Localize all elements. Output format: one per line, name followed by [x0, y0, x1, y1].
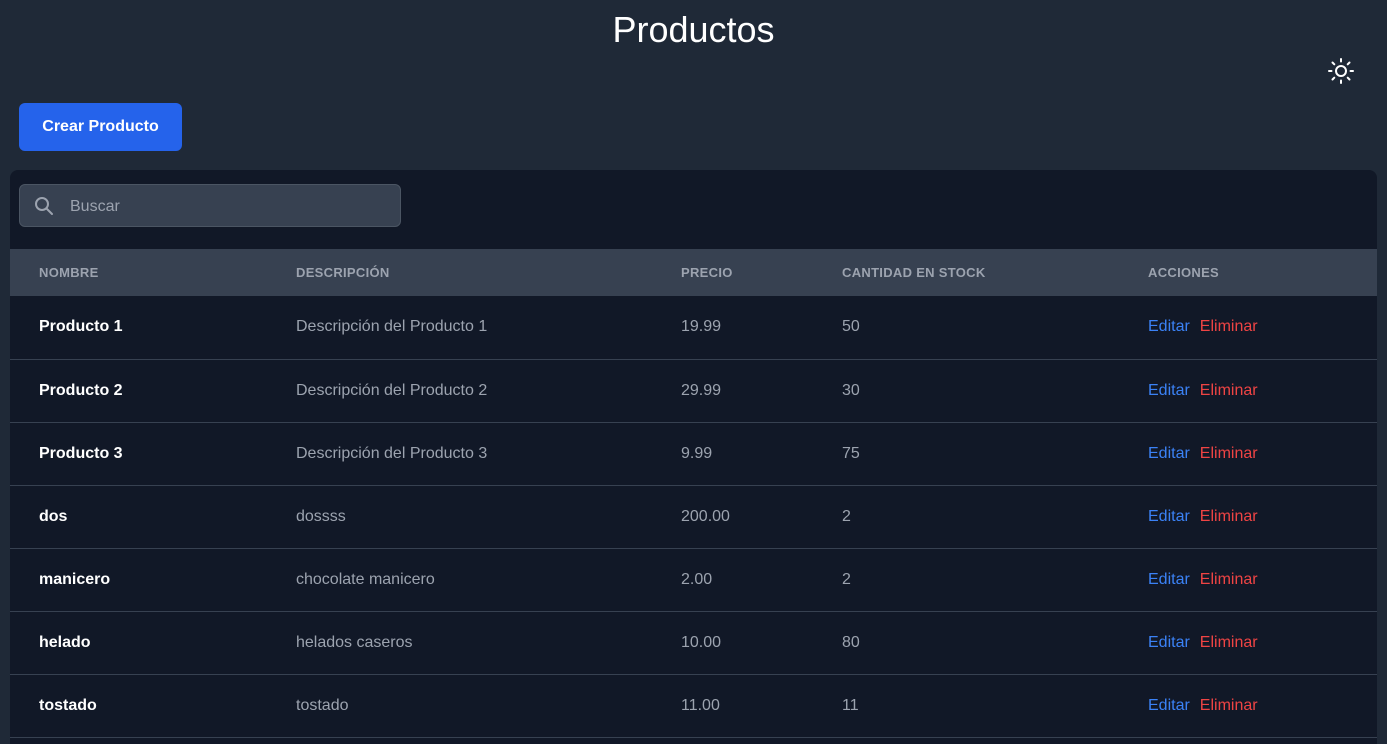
- edit-link[interactable]: Editar: [1148, 571, 1190, 588]
- cell-name: dos: [39, 507, 68, 525]
- table-row: Producto 1 Descripción del Producto 1 19.9…: [10, 296, 1377, 359]
- edit-link[interactable]: Editar: [1148, 382, 1190, 399]
- cell-description: Descripción del Producto 3: [296, 444, 488, 462]
- cell-price: 10.00: [681, 633, 722, 651]
- cell-actions: Editar Eliminar: [1148, 674, 1377, 737]
- delete-link[interactable]: Eliminar: [1200, 634, 1258, 651]
- cell-price: 200.00: [681, 507, 730, 525]
- cell-actions: Editar Eliminar: [1148, 359, 1377, 422]
- column-header-actions: ACCIONES: [1148, 265, 1220, 280]
- create-product-button[interactable]: Crear Producto: [19, 103, 182, 151]
- cell-stock: 2: [842, 507, 851, 525]
- cell-stock: 11: [842, 696, 859, 714]
- table-row: helado helados caseros 10.00 80 Editar Elimin…: [10, 611, 1377, 674]
- table-row: Producto 3 Descripción del Producto 3 9.99…: [10, 422, 1377, 485]
- cell-name: tostado: [39, 696, 97, 714]
- cell-price: 29.99: [681, 381, 722, 399]
- column-header-price: PRECIO: [681, 265, 733, 280]
- cell-description: Descripción del Producto 2: [296, 381, 488, 399]
- delete-link[interactable]: Eliminar: [1200, 445, 1258, 462]
- cell-actions: Editar Eliminar: [1148, 422, 1377, 485]
- table-row: tostado tostado 11.00 11 Editar Eliminar: [10, 674, 1377, 737]
- cell-stock: 50: [842, 318, 860, 336]
- cell-description: dossss: [296, 507, 346, 525]
- edit-link[interactable]: Editar: [1148, 318, 1190, 335]
- theme-toggle-button[interactable]: [1326, 56, 1356, 86]
- delete-link[interactable]: Eliminar: [1200, 318, 1258, 335]
- cell-name: Producto 1: [39, 318, 123, 336]
- column-header-description: DESCRIPCIÓN: [296, 265, 390, 280]
- cell-price: 11.00: [681, 696, 720, 714]
- cell-price: 19.99: [681, 318, 722, 336]
- cell-price: 9.99: [681, 444, 713, 462]
- cell-stock: 75: [842, 444, 860, 462]
- delete-link[interactable]: Eliminar: [1200, 697, 1258, 714]
- table-row: manicero chocolate manicero 2.00 2 Editar Eli…: [10, 548, 1377, 611]
- cell-description: chocolate manicero: [296, 570, 435, 588]
- edit-link[interactable]: Editar: [1148, 634, 1190, 651]
- delete-link[interactable]: Eliminar: [1200, 508, 1258, 525]
- cell-name: helado: [39, 633, 91, 651]
- cell-stock: 30: [842, 381, 860, 399]
- column-header-name: NOMBRE: [39, 265, 99, 280]
- cell-actions: Editar Eliminar: [1148, 296, 1377, 359]
- search-box[interactable]: [19, 184, 401, 228]
- cell-stock: 80: [842, 633, 860, 651]
- page-title: Productos: [612, 9, 775, 50]
- cell-actions: Editar Eliminar: [1148, 611, 1377, 674]
- delete-link[interactable]: Eliminar: [1200, 382, 1258, 399]
- delete-link[interactable]: Eliminar: [1200, 571, 1258, 588]
- cell-name: Producto 3: [39, 444, 123, 462]
- cell-name: manicero: [39, 570, 111, 588]
- edit-link[interactable]: Editar: [1148, 445, 1190, 462]
- cell-description: tostado: [296, 696, 349, 714]
- cell-stock: 2: [842, 570, 851, 588]
- column-header-stock: CANTIDAD EN STOCK: [842, 265, 986, 280]
- products-page: Productos Crear Producto NOMBRE: [0, 0, 1387, 744]
- table-body: Producto 1 Descripción del Producto 1 19.9…: [10, 296, 1377, 737]
- search-input[interactable]: [68, 185, 392, 228]
- sun-icon: [1328, 58, 1354, 84]
- table-row: Producto 2 Descripción del Producto 2 29.9…: [10, 359, 1377, 422]
- table-header: NOMBRE DESCRIPCIÓN PRECIO CANTIDAD EN ST…: [10, 249, 1377, 296]
- edit-link[interactable]: Editar: [1148, 697, 1190, 714]
- cell-actions: Editar Eliminar: [1148, 485, 1377, 548]
- cell-actions: Editar Eliminar: [1148, 548, 1377, 611]
- table-row: dos dossss 200.00 2 Editar Eliminar: [10, 485, 1377, 548]
- cell-price: 2.00: [681, 570, 713, 588]
- edit-link[interactable]: Editar: [1148, 508, 1190, 525]
- cell-name: Producto 2: [39, 381, 123, 399]
- search-icon: [35, 197, 53, 215]
- cell-description: Descripción del Producto 1: [296, 318, 488, 336]
- products-table: NOMBRE DESCRIPCIÓN PRECIO CANTIDAD EN ST…: [10, 249, 1377, 738]
- cell-description: helados caseros: [296, 633, 413, 651]
- products-panel: NOMBRE DESCRIPCIÓN PRECIO CANTIDAD EN ST…: [10, 170, 1377, 744]
